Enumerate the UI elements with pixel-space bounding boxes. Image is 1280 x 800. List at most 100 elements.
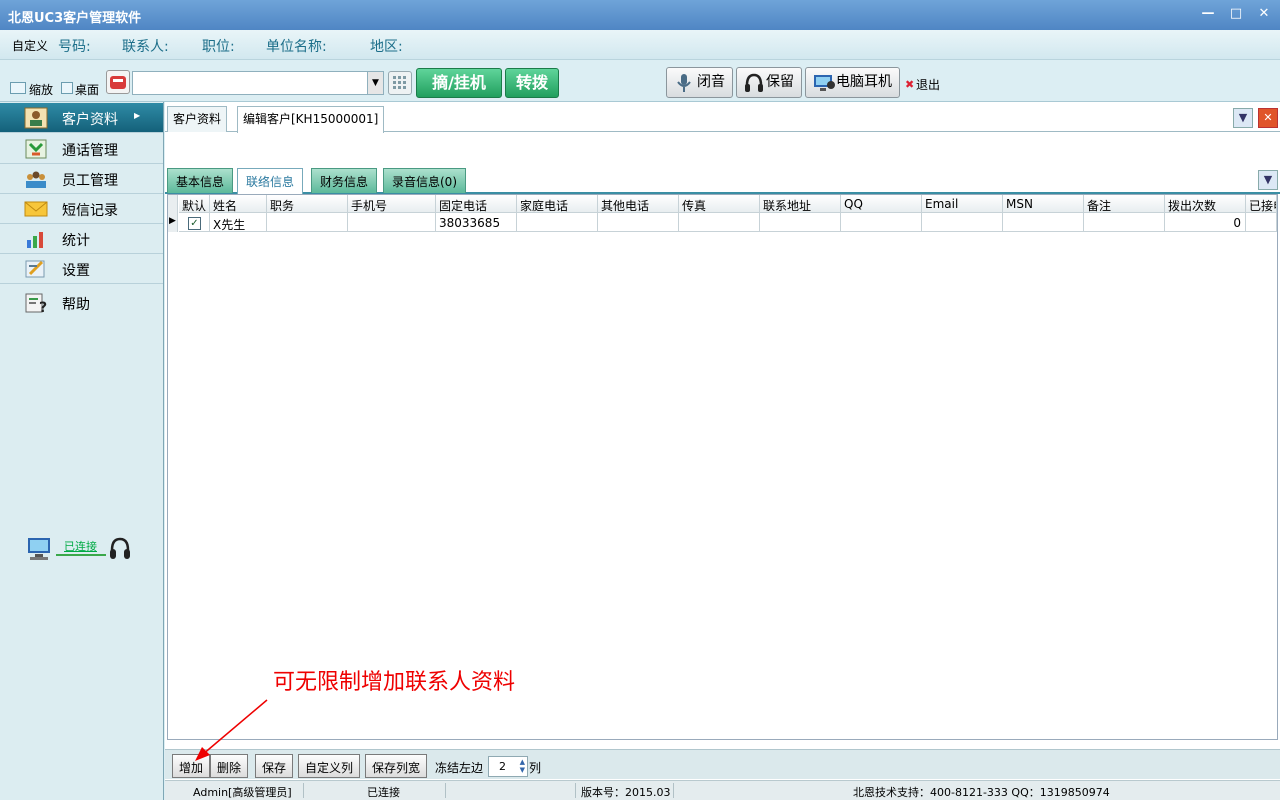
sidebar-item-customers[interactable]: 客户资料 ▶ bbox=[0, 103, 163, 133]
sidebar-item-label: 客户资料 bbox=[62, 112, 118, 128]
connection-indicator: 已连接 bbox=[24, 532, 134, 568]
company-label: 单位名称: bbox=[266, 39, 327, 55]
mute-button[interactable]: 闭音 bbox=[666, 67, 733, 98]
tabs-dropdown-icon[interactable]: ▼ bbox=[1233, 108, 1253, 128]
sidebar-item-statistics[interactable]: 统计 bbox=[0, 224, 163, 254]
cell-home-phone[interactable] bbox=[517, 213, 598, 232]
cell-other-phone[interactable] bbox=[598, 213, 679, 232]
cell-mobile[interactable] bbox=[348, 213, 436, 232]
column-header[interactable]: 其他电话 bbox=[598, 195, 679, 213]
headphones-icon bbox=[743, 72, 765, 94]
call-icon bbox=[24, 138, 48, 160]
keypad-icon[interactable] bbox=[388, 71, 412, 95]
cell-phone[interactable]: 38033685 bbox=[436, 213, 517, 232]
maximize-button[interactable]: □ bbox=[1226, 6, 1246, 24]
tab-contact-info[interactable]: 联络信息 bbox=[237, 168, 304, 194]
cell-address[interactable] bbox=[760, 213, 841, 232]
column-header[interactable]: 固定电话 bbox=[436, 195, 517, 213]
bar-chart-icon bbox=[24, 228, 48, 250]
column-header[interactable]: 备注 bbox=[1084, 195, 1165, 213]
phone-icon[interactable] bbox=[106, 70, 130, 94]
pickup-hangup-button[interactable]: 摘/挂机 bbox=[416, 68, 502, 98]
toolbar: 缩放 桌面 ▼ 摘/挂机 转拨 闭音 保留 电脑耳机 ✖ 退出 bbox=[0, 60, 1280, 102]
sidebar-item-staff[interactable]: 员工管理 bbox=[0, 164, 163, 194]
sidebar-item-label: 统计 bbox=[62, 233, 90, 249]
tab-customer-list[interactable]: 客户资料 bbox=[167, 106, 228, 132]
tab-recording-info[interactable]: 录音信息(0) bbox=[383, 168, 466, 193]
shrink-checkbox[interactable] bbox=[10, 82, 26, 94]
custom-columns-button[interactable]: 自定义列 bbox=[298, 754, 361, 778]
cell-msn[interactable] bbox=[1003, 213, 1084, 232]
tab-finance-info[interactable]: 财务信息 bbox=[311, 168, 378, 193]
cell-answered[interactable] bbox=[1246, 213, 1277, 232]
connection-line bbox=[56, 554, 106, 556]
transfer-button[interactable]: 转拨 bbox=[505, 68, 559, 98]
column-header[interactable]: 已接电 bbox=[1246, 195, 1277, 213]
column-header[interactable]: 默认 bbox=[179, 195, 210, 213]
save-column-widths-button[interactable]: 保存列宽 bbox=[365, 754, 428, 778]
cell-email[interactable] bbox=[922, 213, 1003, 232]
svg-text:?: ? bbox=[39, 300, 47, 314]
column-header[interactable]: 手机号 bbox=[348, 195, 436, 213]
freeze-value: 2 bbox=[499, 760, 506, 773]
desktop-checkbox[interactable] bbox=[61, 82, 73, 94]
custom-label[interactable]: 自定义 bbox=[12, 37, 48, 54]
number-label: 号码: bbox=[58, 39, 91, 55]
sidebar-item-label: 通话管理 bbox=[62, 143, 118, 159]
freeze-columns-stepper[interactable]: 2 ▲ ▼ bbox=[488, 756, 528, 777]
sidebar-item-sms[interactable]: 短信记录 bbox=[0, 194, 163, 224]
close-tab-icon[interactable]: ✕ bbox=[1258, 108, 1278, 128]
column-header[interactable]: QQ bbox=[841, 195, 922, 213]
settings-icon bbox=[24, 258, 48, 280]
position-label: 职位: bbox=[202, 39, 235, 55]
minimize-button[interactable]: — bbox=[1198, 6, 1218, 24]
close-window-button[interactable]: ✕ bbox=[1254, 6, 1274, 24]
tab-edit-customer[interactable]: 编辑客户[KH15000001] bbox=[237, 106, 385, 133]
title-bar: 北恩UC3客户管理软件 — □ ✕ bbox=[0, 0, 1280, 30]
column-header[interactable]: 职务 bbox=[267, 195, 348, 213]
column-header[interactable]: 拨出次数 bbox=[1165, 195, 1246, 213]
cell-title[interactable] bbox=[267, 213, 348, 232]
sidebar-item-help[interactable]: ? 帮助 bbox=[0, 288, 163, 318]
cell-dial-count[interactable]: 0 bbox=[1165, 213, 1246, 232]
column-header[interactable]: MSN bbox=[1003, 195, 1084, 213]
shrink-label: 缩放 bbox=[29, 83, 54, 97]
freeze-label: 冻结左边 bbox=[435, 761, 484, 775]
exit-icon[interactable]: ✖ bbox=[905, 78, 914, 91]
help-icon: ? bbox=[24, 292, 48, 316]
status-version: 版本号：2015.03 bbox=[581, 786, 671, 799]
column-header[interactable]: 联系地址 bbox=[760, 195, 841, 213]
sidebar-item-calls[interactable]: 通话管理 bbox=[0, 134, 163, 164]
status-user: Admin[高级管理员] bbox=[193, 786, 292, 799]
cell-qq[interactable] bbox=[841, 213, 922, 232]
stepper-arrows-icon[interactable]: ▲ ▼ bbox=[520, 758, 525, 774]
cell-fax[interactable] bbox=[679, 213, 760, 232]
cell-note[interactable] bbox=[1084, 213, 1165, 232]
exit-button[interactable]: 退出 bbox=[916, 76, 940, 93]
hold-button[interactable]: 保留 bbox=[736, 67, 802, 98]
default-checkbox[interactable]: ✓ bbox=[179, 213, 210, 232]
column-header[interactable]: 传真 bbox=[679, 195, 760, 213]
tab-basic-info[interactable]: 基本信息 bbox=[167, 168, 234, 193]
customer-icon bbox=[24, 107, 48, 129]
status-bar: Admin[高级管理员] 已连接 版本号：2015.03 北恩技术支持：400-… bbox=[165, 780, 1280, 800]
mute-label: 闭音 bbox=[697, 74, 725, 90]
window-title: 北恩UC3客户管理软件 bbox=[8, 11, 142, 26]
subtabs-dropdown-icon[interactable]: ▼ bbox=[1258, 170, 1278, 190]
combo-dropdown-icon[interactable]: ▼ bbox=[367, 72, 383, 94]
contact-label: 联系人: bbox=[122, 39, 169, 55]
headset-icon bbox=[108, 536, 132, 567]
column-header[interactable]: 姓名 bbox=[210, 195, 267, 213]
phone-number-combo[interactable]: ▼ bbox=[132, 71, 384, 95]
annotation-arrow-icon bbox=[195, 699, 268, 761]
freeze-unit-label: 列 bbox=[529, 761, 542, 775]
status-support: 北恩技术支持：400-8121-333 QQ：1319850974 bbox=[853, 786, 1110, 799]
microphone-icon bbox=[673, 72, 695, 94]
column-header[interactable]: 家庭电话 bbox=[517, 195, 598, 213]
pc-headset-button[interactable]: 电脑耳机 bbox=[805, 67, 900, 98]
sidebar-item-label: 设置 bbox=[62, 263, 90, 279]
cell-name[interactable]: X先生 bbox=[210, 213, 267, 232]
column-header[interactable]: Email bbox=[922, 195, 1003, 213]
sidebar-item-settings[interactable]: 设置 bbox=[0, 254, 163, 284]
pc-headset-label: 电脑耳机 bbox=[836, 74, 892, 90]
